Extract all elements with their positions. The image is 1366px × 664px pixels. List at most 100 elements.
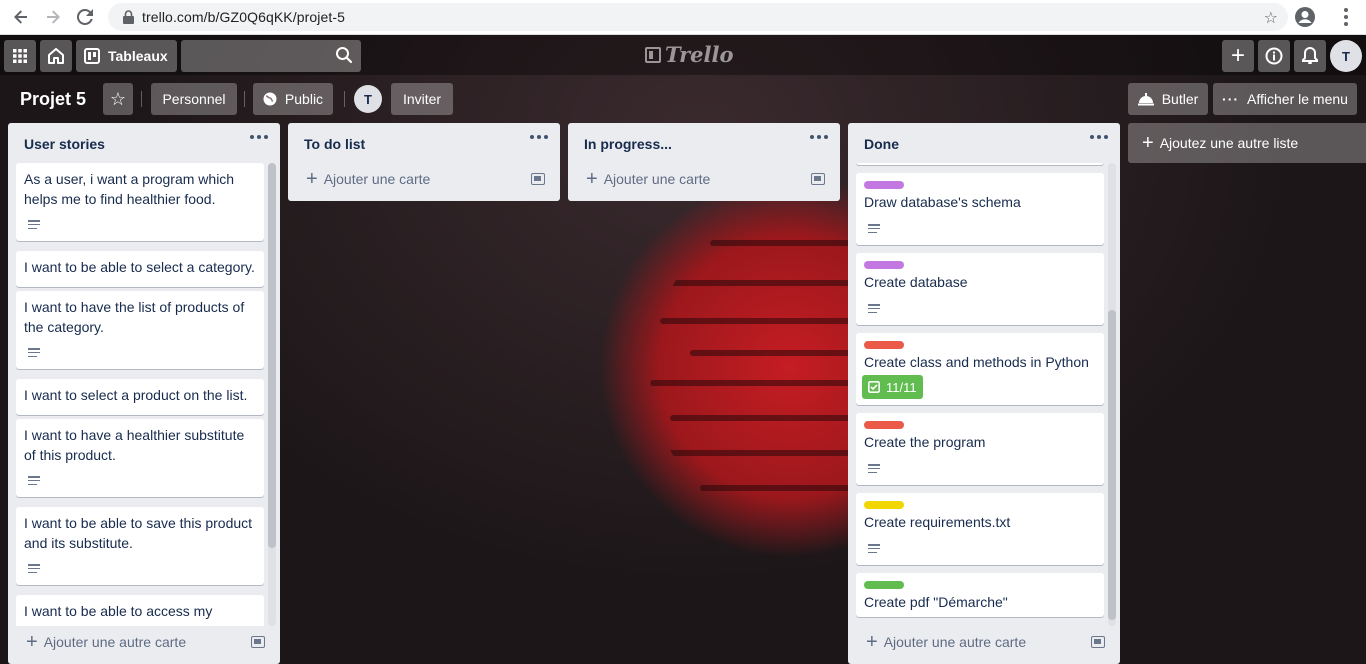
card-title: Draw database's schema [864, 194, 1021, 210]
list-menu-icon[interactable] [1090, 135, 1108, 139]
card-title: I want to have the list of products of t… [24, 299, 245, 335]
info-icon [1265, 47, 1283, 65]
list-menu-icon[interactable] [250, 135, 268, 139]
scrollbar[interactable] [268, 163, 276, 626]
boards-button[interactable]: Tableaux [76, 40, 177, 72]
add-card-label: Ajouter une autre carte [43, 634, 187, 650]
card-template-icon[interactable] [251, 636, 265, 648]
card-title: I want to have a healthier substitute of… [24, 427, 245, 463]
list-title[interactable]: To do list [304, 136, 365, 152]
visibility-label: Public [284, 91, 324, 107]
list-menu-icon[interactable] [810, 135, 828, 139]
browser-menu-icon[interactable] [1336, 7, 1356, 27]
plus-icon: + [866, 631, 878, 653]
add-card-button[interactable]: + Ajouter une carte [306, 169, 431, 189]
team-visibility-button[interactable]: Personnel [151, 83, 237, 115]
list-card[interactable]: Create class and methods in Python 11/11 [856, 333, 1104, 405]
butler-button[interactable]: Butler [1128, 83, 1208, 115]
list-menu-icon[interactable] [530, 135, 548, 139]
list-to-do: To do list + Ajouter une carte [288, 123, 560, 201]
card-title: I want to select a product on the list. [24, 387, 248, 403]
card-title: As a user, i want a program which helps … [24, 171, 235, 207]
list-card[interactable]: I want to have a healthier substitute of… [16, 419, 264, 497]
notifications-button[interactable] [1294, 40, 1326, 72]
card-title: Create pdf "Démarche" [864, 594, 1008, 610]
description-icon [868, 224, 880, 234]
card-list: As a user, i want a program which helps … [16, 163, 264, 626]
description-icon [28, 564, 40, 574]
scrollbar-thumb[interactable] [268, 163, 276, 548]
trello-logo[interactable]: Trello [645, 42, 734, 67]
separator [344, 91, 345, 107]
add-card-label: Ajouter une autre carte [883, 634, 1027, 650]
bell-icon [1302, 47, 1318, 64]
card-title: I want to be able to select a category. [24, 259, 255, 275]
invite-button[interactable]: Inviter [391, 83, 453, 115]
description-icon [868, 304, 880, 314]
show-menu-label: Afficher le menu [1247, 91, 1348, 107]
butler-label: Butler [1161, 91, 1199, 107]
plus-icon: + [26, 631, 38, 653]
card-template-icon[interactable] [1091, 636, 1105, 648]
star-board-button[interactable]: ☆ [103, 83, 133, 115]
list-title[interactable]: User stories [24, 136, 105, 152]
add-card-label: Ajouter une carte [323, 171, 431, 187]
show-menu-button[interactable]: ··· Afficher le menu [1213, 83, 1357, 115]
search-input[interactable] [181, 40, 361, 72]
list-card[interactable]: I want to have the list of products of t… [16, 291, 264, 369]
separator [244, 91, 245, 107]
description-icon [28, 220, 40, 230]
back-arrow-icon[interactable] [5, 1, 37, 33]
scrollbar[interactable] [1108, 163, 1116, 626]
card-template-icon[interactable] [811, 173, 825, 185]
card-title: I want to be able to save this product a… [24, 515, 253, 551]
boards-label: Tableaux [108, 48, 168, 64]
list-card[interactable]: Draw database's schema [856, 173, 1104, 245]
apps-grid-button[interactable] [4, 40, 36, 72]
create-button[interactable]: + [1222, 40, 1254, 72]
reload-icon[interactable] [69, 1, 101, 33]
card-label [864, 261, 904, 269]
add-card-button[interactable]: + Ajouter une autre carte [866, 631, 1027, 653]
invite-label: Inviter [402, 91, 442, 107]
list-card[interactable]: I want to select a product on the list. [16, 379, 264, 415]
address-bar[interactable]: trello.com/b/GZ0Q6qKK/projet-5 ☆ [108, 3, 1288, 31]
list-card[interactable]: I want to be able to save this product a… [16, 507, 264, 585]
list-card[interactable]: I want to be able to select a category. [16, 251, 264, 287]
profile-icon[interactable] [1294, 6, 1316, 28]
list-title[interactable]: In progress... [584, 136, 672, 152]
scrollbar-thumb[interactable] [1108, 310, 1116, 620]
card-label [864, 181, 904, 189]
list-card[interactable]: Create requirements.txt [856, 493, 1104, 565]
card-title: Create the program [864, 434, 986, 450]
list-card[interactable] [856, 163, 1104, 165]
board-title[interactable]: Projet 5 [20, 89, 86, 110]
list-card[interactable]: I want to be able to access my [16, 595, 264, 626]
add-card-button[interactable]: + Ajouter une carte [586, 168, 710, 190]
bookmark-star-icon[interactable]: ☆ [1264, 8, 1278, 28]
list-card[interactable]: Create database [856, 253, 1104, 325]
search-icon[interactable] [335, 46, 353, 69]
list-card[interactable]: As a user, i want a program which helps … [16, 163, 264, 241]
card-template-icon[interactable] [531, 173, 545, 185]
add-list-label: Ajoutez une autre liste [1159, 135, 1299, 151]
plus-icon: + [586, 168, 598, 190]
info-button[interactable] [1258, 40, 1290, 72]
list-done: Done Draw database's schema Create datab… [848, 123, 1120, 664]
forward-arrow-icon[interactable] [37, 1, 69, 33]
plus-icon: + [1142, 132, 1154, 154]
add-card-button[interactable]: + Ajouter une autre carte [26, 631, 187, 653]
card-title: Create requirements.txt [864, 514, 1011, 530]
add-list-button[interactable]: + Ajoutez une autre liste [1128, 123, 1366, 163]
home-button[interactable] [40, 40, 72, 72]
list-card[interactable]: Create pdf "Démarche" [856, 573, 1104, 617]
visibility-button[interactable]: Public [253, 83, 333, 115]
member-avatar[interactable]: T [1330, 40, 1362, 72]
card-list: Draw database's schema Create database C… [856, 163, 1104, 626]
butler-bell-icon [1137, 93, 1154, 106]
list-card[interactable]: Create the program [856, 413, 1104, 485]
card-title: I want to be able to access my [24, 603, 213, 619]
separator [141, 91, 142, 107]
board-member-avatar[interactable]: T [354, 85, 382, 113]
list-title[interactable]: Done [864, 136, 899, 152]
